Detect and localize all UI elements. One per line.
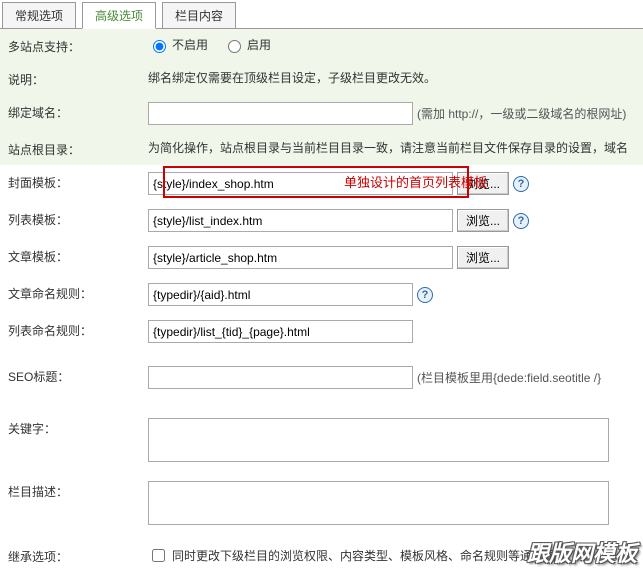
siteroot-text: 为简化操作，站点根目录与当前栏目目录一致，请注意当前栏目文件保存目录的设置，域名: [148, 139, 628, 156]
label-seotitle: SEO标题：: [8, 366, 148, 385]
input-binddomain[interactable]: [148, 102, 413, 125]
help-icon[interactable]: ?: [513, 213, 529, 229]
label-binddomain: 绑定域名：: [8, 102, 148, 121]
label-covertpl: 封面模板：: [8, 172, 148, 191]
tab-general[interactable]: 常规选项: [2, 2, 76, 28]
form-body: 多站点支持： 不启用 启用 说明： 绑名绑定仅需要在顶级栏目设定，子级栏目更改无…: [0, 29, 643, 572]
hint-binddomain: (需加 http://，一级或二级域名的根网址): [417, 105, 626, 122]
hint-seotitle: (栏目模板里用{dede:field.seotitle /}: [417, 369, 601, 386]
browse-articletpl[interactable]: 浏览...: [457, 246, 509, 269]
label-listtpl: 列表模板：: [8, 209, 148, 228]
label-articlerule: 文章命名规则：: [8, 283, 148, 302]
label-listrule: 列表命名规则：: [8, 320, 148, 339]
watermark: 跟版网模板: [527, 536, 637, 568]
annotation-text: 单独设计的首页列表模板: [344, 172, 487, 191]
input-seotitle[interactable]: [148, 366, 413, 389]
tab-bar: 常规选项 高级选项 栏目内容: [0, 0, 643, 29]
desc-text: 绑名绑定仅需要在顶级栏目设定，子级栏目更改无效。: [148, 69, 436, 86]
radio-enable[interactable]: [228, 40, 241, 53]
tab-content[interactable]: 栏目内容: [162, 2, 236, 28]
checkbox-inherit[interactable]: [152, 549, 165, 562]
label-desc: 说明：: [8, 69, 148, 88]
input-listrule[interactable]: [148, 320, 413, 343]
label-multisite: 多站点支持：: [8, 36, 148, 55]
label-keywords: 关键字：: [8, 418, 148, 437]
label-inherit: 继承选项：: [8, 546, 148, 565]
input-articlerule[interactable]: [148, 283, 413, 306]
textarea-coldesc[interactable]: [148, 481, 609, 525]
textarea-keywords[interactable]: [148, 418, 609, 462]
label-siteroot: 站点根目录：: [8, 139, 148, 158]
label-coldesc: 栏目描述：: [8, 481, 148, 500]
label-articletpl: 文章模板：: [8, 246, 148, 265]
tab-advanced[interactable]: 高级选项: [82, 2, 156, 29]
input-articletpl[interactable]: [148, 246, 453, 269]
radio-disable-label: 不启用: [172, 36, 208, 53]
radio-enable-label: 启用: [247, 36, 271, 53]
inherit-text: 同时更改下级栏目的浏览权限、内容类型、模板风格、命名规则等通用属性: [172, 547, 568, 564]
help-icon[interactable]: ?: [513, 176, 529, 192]
input-listtpl[interactable]: [148, 209, 453, 232]
browse-listtpl[interactable]: 浏览...: [457, 209, 509, 232]
radio-disable[interactable]: [153, 40, 166, 53]
help-icon[interactable]: ?: [417, 287, 433, 303]
